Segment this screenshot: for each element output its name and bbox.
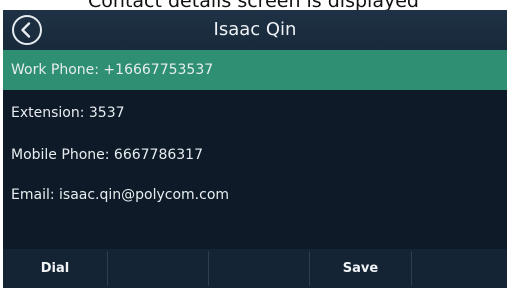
softkey-empty-2[interactable] — [108, 249, 208, 288]
contact-name-title: Isaac Qin — [213, 19, 297, 40]
mobile-phone-row[interactable]: Mobile Phone: 6667786317 — [3, 135, 507, 175]
save-button[interactable]: Save — [310, 249, 411, 288]
phone-display: Contact details screen is displayed Isaa… — [0, 0, 507, 288]
softkey-empty-3[interactable] — [209, 249, 309, 288]
contact-details-screen: Isaac Qin Work Phone: +16667753537 Exten… — [3, 10, 507, 288]
softkey-bar: Dial Save — [3, 249, 507, 288]
work-phone-row[interactable]: Work Phone: +16667753537 — [3, 50, 507, 90]
extension-row[interactable]: Extension: 3537 — [3, 93, 507, 133]
dial-button[interactable]: Dial — [3, 249, 107, 288]
softkey-empty-5[interactable] — [412, 249, 507, 288]
email-row[interactable]: Email: isaac.qin@polycom.com — [3, 175, 507, 215]
title-bar: Isaac Qin — [3, 10, 507, 50]
